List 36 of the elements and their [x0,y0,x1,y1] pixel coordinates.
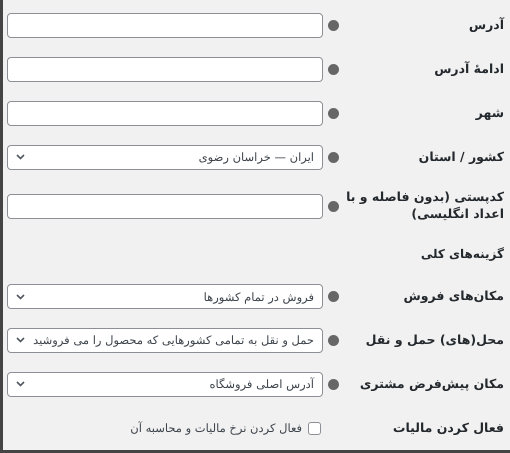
help-icon[interactable] [328,200,338,212]
help-icon[interactable] [328,152,338,163]
select-value: آدرس اصلی فروشگاه [210,377,314,392]
section-heading: گزینه‌های کلی [420,246,505,262]
chevron-down-icon [16,381,25,388]
help-icon[interactable] [328,291,338,302]
field-label: فعال کردن مالیات [392,420,505,437]
checkbox-label: فعال کردن نرخ مالیات و محاسبه آن [130,421,302,436]
field-label: کشور / استان [418,149,505,166]
select-value: فروش در تمام کشورها [204,290,314,304]
select-dropdown[interactable]: حمل و نقل به تمامی کشورهایی که محصول را می فروشید [7,328,323,353]
field-label: مکان‌های فروش [402,288,505,306]
chevron-down-icon [16,154,25,160]
field-label: کدپستی (بدون فاصله و با اعداد انگلیسی) [345,189,505,223]
field-label: محل(های) حمل و نقل [364,332,505,349]
text-field[interactable] [7,101,323,126]
select-value: ایران — خراسان رضوی [198,150,314,164]
checkbox[interactable] [308,422,321,435]
help-icon[interactable] [328,378,338,390]
help-icon[interactable] [328,334,338,346]
field-label: شهر [474,105,505,122]
select-value: حمل و نقل به تمامی کشورهایی که محصول را می فروشید [33,333,314,348]
select-dropdown[interactable]: فروش در تمام کشورها [7,284,323,310]
help-icon[interactable] [328,64,338,76]
field-label: آدرس [468,17,506,34]
text-field[interactable] [7,194,323,219]
help-icon[interactable] [328,20,338,32]
text-field[interactable] [7,57,323,82]
select-dropdown[interactable]: آدرس اصلی فروشگاه [7,372,323,397]
field-label: مکان پیش‌فرض مشتری [358,376,505,393]
chevron-down-icon [16,294,25,300]
select-dropdown[interactable]: ایران — خراسان رضوی [7,144,323,170]
text-field[interactable] [7,13,323,38]
help-icon[interactable] [328,108,338,120]
field-label: ادامهٔ آدرس [433,61,505,78]
chevron-down-icon [16,337,25,344]
